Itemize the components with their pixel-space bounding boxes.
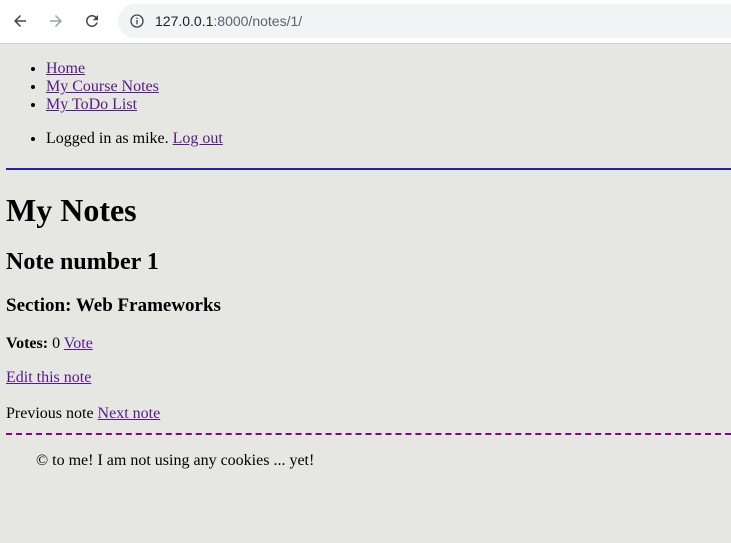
- user-status-item: Logged in as mike. Log out: [46, 130, 731, 148]
- section-heading: Section: Web Frameworks: [6, 295, 221, 316]
- site-info-button[interactable]: [128, 12, 146, 30]
- page-title: My Notes: [6, 192, 137, 228]
- course-notes-link[interactable]: My Course Notes: [46, 78, 159, 95]
- main-nav: Home My Course Notes My ToDo List: [6, 60, 731, 114]
- url-text[interactable]: 127.0.0.1:8000/notes/1/: [155, 12, 302, 30]
- footer-divider: [6, 433, 731, 435]
- edit-line: Edit this note: [6, 369, 731, 387]
- logged-in-text: Logged in as mike.: [46, 130, 173, 147]
- page-content: Home My Course Notes My ToDo List Logged…: [6, 45, 731, 470]
- todo-list-link[interactable]: My ToDo List: [46, 96, 137, 113]
- nav-item-home: Home: [46, 60, 731, 78]
- note-heading: Note number 1: [6, 249, 159, 275]
- votes-count: 0: [48, 335, 64, 352]
- arrow-right-icon: [50, 15, 62, 27]
- nav-item-todo-list: My ToDo List: [46, 96, 731, 114]
- votes-line: Votes: 0 Vote: [6, 335, 731, 353]
- reload-button[interactable]: [80, 9, 104, 33]
- back-button[interactable]: [8, 9, 32, 33]
- url-host: 127.0.0.1: [155, 13, 214, 29]
- logout-link[interactable]: Log out: [173, 130, 223, 147]
- user-status: Logged in as mike. Log out: [6, 130, 731, 148]
- vote-link[interactable]: Vote: [64, 335, 93, 352]
- home-link[interactable]: Home: [46, 60, 85, 77]
- address-bar[interactable]: 127.0.0.1:8000/notes/1/: [118, 4, 731, 38]
- note-pager: Previous note Next note: [6, 405, 731, 423]
- arrow-left-icon: [14, 15, 26, 27]
- previous-note-text: Previous note: [6, 405, 98, 422]
- forward-button[interactable]: [44, 9, 68, 33]
- edit-note-link[interactable]: Edit this note: [6, 369, 91, 386]
- nav-item-course-notes: My Course Notes: [46, 78, 731, 96]
- info-icon: [130, 14, 144, 28]
- header-divider: [6, 168, 731, 170]
- browser-toolbar: 127.0.0.1:8000/notes/1/: [0, 0, 731, 44]
- url-path: :8000/notes/1/: [213, 13, 303, 29]
- reload-icon: [85, 14, 98, 27]
- next-note-link[interactable]: Next note: [98, 405, 161, 422]
- votes-label: Votes:: [6, 335, 49, 352]
- footer-text: © to me! I am not using any cookies ... …: [36, 452, 315, 469]
